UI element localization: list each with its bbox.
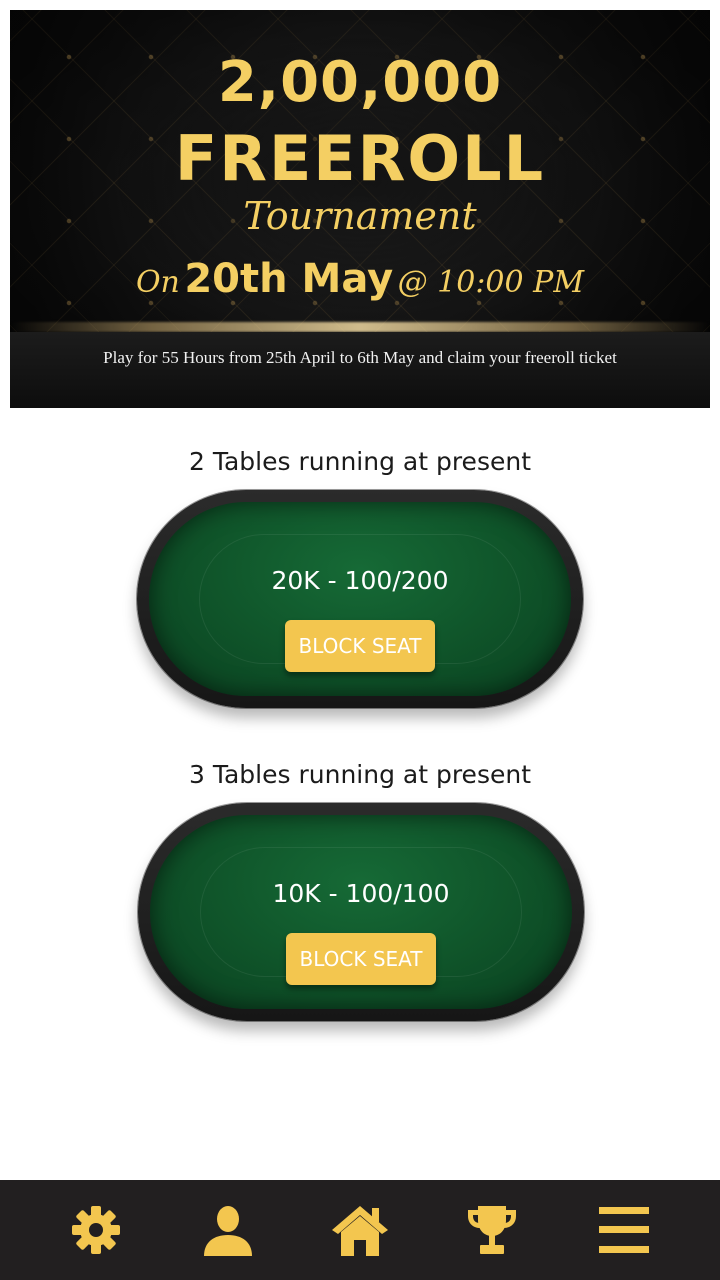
table-stakes: 10K - 100/100 xyxy=(272,879,450,908)
nav-profile[interactable] xyxy=(193,1195,263,1265)
table-felt: 10K - 100/100 BLOCK SEAT xyxy=(150,815,572,1009)
table-stakes: 20K - 100/200 xyxy=(271,566,449,595)
block-seat-button[interactable]: BLOCK SEAT xyxy=(285,620,435,672)
banner-footer-band xyxy=(10,332,710,408)
bottom-nav xyxy=(0,1180,720,1280)
promo-banner: 2,00,000 FREEROLL Tournament On 20th May… xyxy=(10,10,710,408)
table-count-label: 2 Tables running at present xyxy=(189,447,531,476)
nav-home[interactable] xyxy=(325,1195,395,1265)
banner-date-line: On 20th May @ 10:00 PM xyxy=(10,256,710,302)
poker-table-card[interactable]: 10K - 100/100 BLOCK SEAT xyxy=(138,803,584,1021)
user-icon xyxy=(204,1206,252,1256)
poker-table-card[interactable]: 20K - 100/200 BLOCK SEAT xyxy=(137,490,583,708)
menu-icon xyxy=(599,1207,649,1253)
banner-title: FREEROLL xyxy=(174,122,546,195)
table-felt: 20K - 100/200 BLOCK SEAT xyxy=(149,502,571,696)
nav-tournaments[interactable] xyxy=(457,1195,527,1265)
block-seat-button[interactable]: BLOCK SEAT xyxy=(286,933,436,985)
banner-date-prefix: On xyxy=(135,265,180,300)
banner-divider xyxy=(10,322,710,332)
banner-date: 20th May xyxy=(184,256,394,302)
banner-note: Play for 55 Hours from 25th April to 6th… xyxy=(103,348,617,367)
trophy-icon xyxy=(468,1206,516,1254)
gear-icon xyxy=(72,1206,120,1254)
home-icon xyxy=(332,1206,388,1256)
nav-menu[interactable] xyxy=(589,1195,659,1265)
table-count-label: 3 Tables running at present xyxy=(189,760,531,789)
banner-subtitle: Tournament xyxy=(243,194,477,238)
nav-settings[interactable] xyxy=(61,1195,131,1265)
banner-time: @ 10:00 PM xyxy=(397,265,585,300)
banner-amount: 2,00,000 xyxy=(217,50,503,115)
